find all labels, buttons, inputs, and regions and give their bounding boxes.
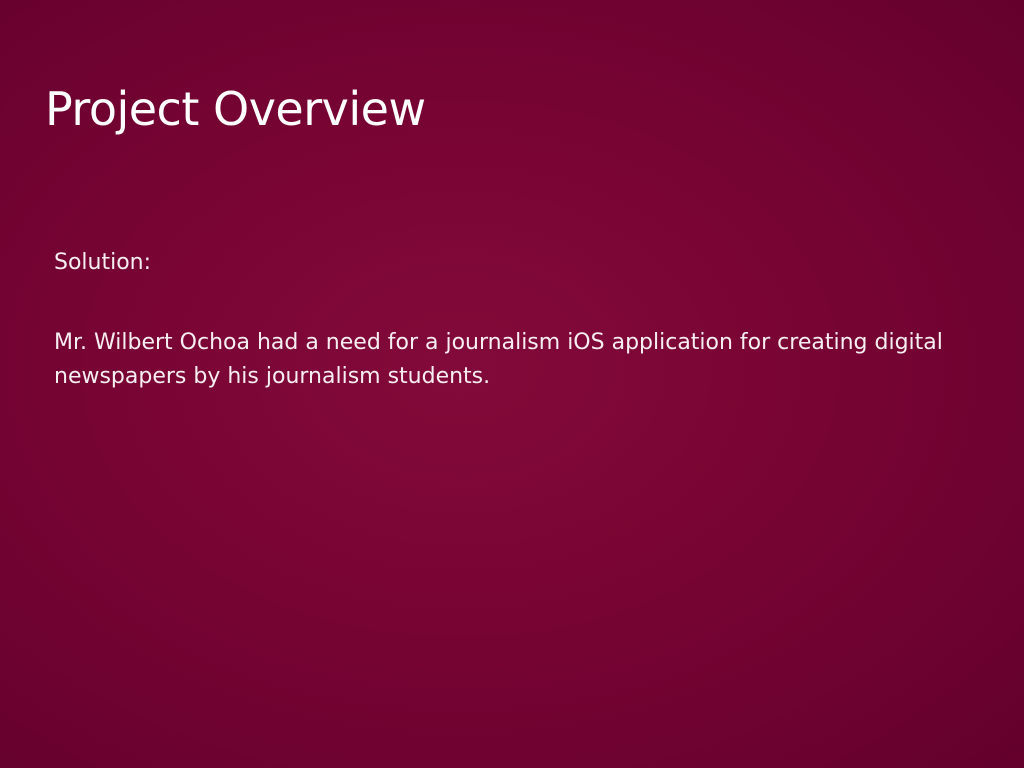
slide: Project Overview Solution: Mr. Wilbert O…: [0, 0, 1024, 768]
slide-body: Solution: Mr. Wilbert Ochoa had a need f…: [54, 246, 984, 440]
solution-description: Mr. Wilbert Ochoa had a need for a journ…: [54, 330, 943, 389]
slide-title: Project Overview: [45, 82, 426, 136]
solution-label: Solution:: [54, 250, 152, 275]
